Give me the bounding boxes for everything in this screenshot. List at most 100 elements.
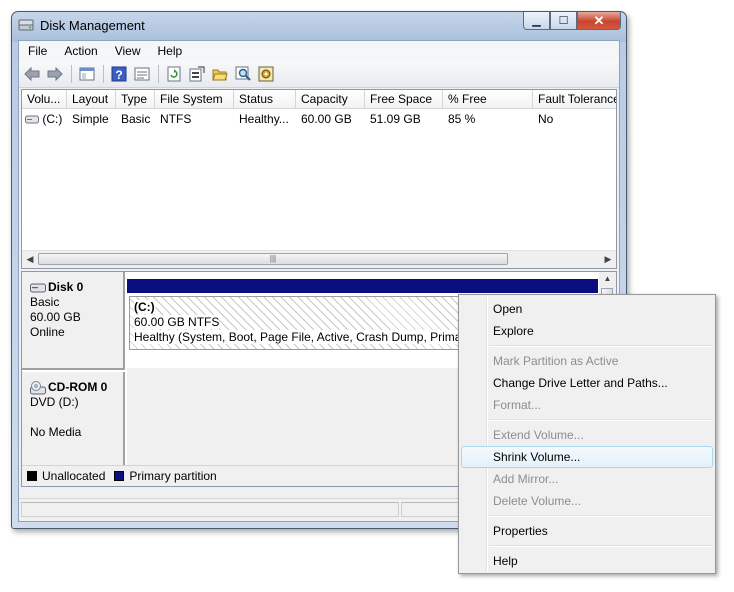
legend-primary-swatch (114, 471, 125, 481)
cell-file-system: NTFS (160, 112, 192, 126)
title-bar[interactable]: Disk Management ▁ ☐ ✕ (12, 12, 626, 40)
menu-view[interactable]: View (106, 44, 149, 58)
menu-file[interactable]: File (19, 44, 55, 58)
cell-pct-free: 85 % (448, 112, 476, 126)
cell-volume: (C:) (22, 110, 67, 128)
menu-item-format[interactable]: Format... (461, 394, 713, 416)
menu-bar: File Action View Help (19, 41, 619, 61)
scrollbar-thumb[interactable]: ||| (38, 253, 508, 265)
window-controls: ▁ ☐ ✕ (523, 12, 621, 31)
open-folder-button[interactable] (211, 65, 229, 83)
menu-item-help[interactable]: Help (461, 550, 713, 572)
horizontal-scrollbar[interactable]: ◀ ||| ▶ (22, 250, 616, 268)
properties-button[interactable] (133, 65, 151, 83)
cell-type: Basic (121, 112, 151, 126)
legend-unallocated-label: Unallocated (42, 469, 106, 483)
cell-capacity: 60.00 GB (301, 112, 352, 126)
scroll-left-arrow-icon[interactable]: ◀ (22, 251, 38, 268)
cdrom-0-label[interactable]: CD-ROM 0 DVD (D:) No Media (22, 372, 125, 466)
hard-disk-icon (30, 283, 46, 292)
drive-icon (25, 115, 39, 124)
column-status[interactable]: Status (234, 90, 296, 108)
back-arrow-icon (24, 67, 40, 81)
column-file-system[interactable]: File System (155, 90, 234, 108)
cdrom-0-name: CD-ROM 0 (48, 380, 108, 394)
disk-0-type: Basic (30, 295, 60, 309)
window-title: Disk Management (40, 18, 145, 33)
disk-0-label[interactable]: Disk 0 Basic 60.00 GB Online (22, 272, 125, 370)
disk-0-state: Online (30, 325, 65, 339)
menu-help[interactable]: Help (149, 44, 191, 58)
status-segment (21, 502, 399, 517)
properties-icon (134, 67, 150, 81)
menu-item-mark-partition-active[interactable]: Mark Partition as Active (461, 350, 713, 372)
console-tree-icon (79, 67, 95, 81)
back-button[interactable] (23, 65, 41, 83)
forward-arrow-icon (47, 67, 63, 81)
svg-text:?: ? (115, 68, 122, 82)
menu-separator (489, 345, 713, 347)
partition-c-fs: 60.00 GB NTFS (134, 315, 220, 329)
menu-item-explore[interactable]: Explore (461, 320, 713, 342)
context-menu: Open Explore Mark Partition as Active Ch… (458, 294, 716, 574)
menu-separator (489, 419, 713, 421)
search-icon (235, 66, 251, 81)
scroll-right-arrow-icon[interactable]: ▶ (600, 251, 616, 268)
disk-0-size: 60.00 GB (30, 310, 81, 324)
legend-unallocated-swatch (27, 471, 37, 481)
menu-item-delete-volume[interactable]: Delete Volume... (461, 490, 713, 512)
menu-separator (489, 545, 713, 547)
cell-free-space: 51.09 GB (370, 112, 421, 126)
column-capacity[interactable]: Capacity (296, 90, 365, 108)
help-icon: ? (111, 66, 127, 82)
menu-item-extend-volume[interactable]: Extend Volume... (461, 424, 713, 446)
cell-fault-tolerance: No (538, 112, 554, 126)
column-type[interactable]: Type (116, 90, 155, 108)
close-button[interactable]: ✕ (577, 12, 621, 30)
settings-button[interactable] (188, 65, 206, 83)
cdrom-0-type: DVD (D:) (30, 395, 79, 409)
legend-primary-label: Primary partition (129, 469, 217, 483)
toolbar: ? (19, 61, 619, 88)
menu-item-add-mirror[interactable]: Add Mirror... (461, 468, 713, 490)
menu-item-open[interactable]: Open (461, 298, 713, 320)
menu-separator (489, 515, 713, 517)
partition-c-title: (C:) (134, 300, 155, 314)
cell-layout: Simple (72, 112, 109, 126)
minimize-button[interactable]: ▁ (523, 12, 550, 30)
maximize-button[interactable]: ☐ (550, 12, 577, 30)
table-row[interactable]: (C:) Simple Basic NTFS Healthy... 60.00 … (22, 110, 616, 128)
minimize-icon: ▁ (532, 15, 541, 27)
volume-list: Volu... Layout Type File System Status C… (21, 89, 617, 269)
cdrom-0-state: No Media (30, 425, 82, 439)
column-free-space[interactable]: Free Space (365, 90, 443, 108)
column-layout[interactable]: Layout (67, 90, 116, 108)
menu-item-properties[interactable]: Properties (461, 520, 713, 542)
volume-name: (C:) (42, 112, 63, 126)
cell-status: Healthy... (239, 112, 289, 126)
disk-0-name: Disk 0 (48, 280, 84, 294)
open-folder-icon (212, 69, 228, 81)
volume-list-header: Volu... Layout Type File System Status C… (22, 90, 616, 109)
close-icon: ✕ (593, 12, 605, 28)
menu-item-shrink-volume[interactable]: Shrink Volume... (461, 446, 713, 468)
menu-item-change-drive-letter[interactable]: Change Drive Letter and Paths... (461, 372, 713, 394)
column-volume[interactable]: Volu... (22, 90, 67, 108)
wizard-icon (258, 66, 274, 82)
toolbar-separator (158, 65, 159, 83)
refresh-button[interactable] (165, 65, 183, 83)
cdrom-0-name-row: CD-ROM 0 (30, 380, 123, 395)
disk-management-app-icon (18, 19, 34, 31)
help-button[interactable]: ? (110, 65, 128, 83)
toolbar-separator (103, 65, 104, 83)
column-fault-tolerance[interactable]: Fault Tolerance (533, 90, 616, 108)
cd-drive-icon (30, 380, 46, 394)
wizard-button[interactable] (257, 65, 275, 83)
show-console-tree-button[interactable] (78, 65, 96, 83)
forward-button[interactable] (46, 65, 64, 83)
primary-partition-bar (127, 279, 598, 293)
menu-action[interactable]: Action (55, 44, 105, 58)
scroll-up-arrow-icon[interactable]: ▲ (599, 272, 616, 286)
search-button[interactable] (234, 65, 252, 83)
column-pct-free[interactable]: % Free (443, 90, 533, 108)
